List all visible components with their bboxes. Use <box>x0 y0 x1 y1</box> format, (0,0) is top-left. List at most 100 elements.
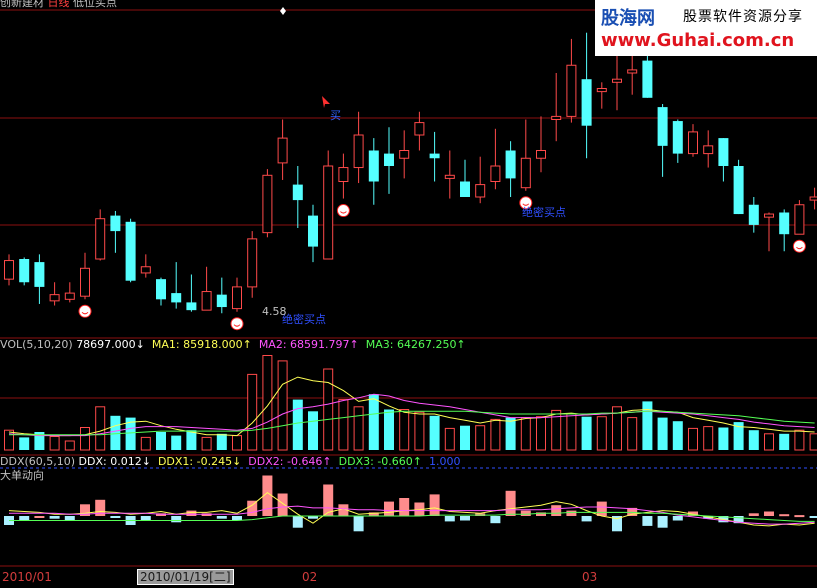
candle-body-up <box>140 266 151 274</box>
volume-bar-down <box>429 415 440 450</box>
candle-body-up <box>232 286 242 310</box>
candle-body-down <box>171 293 182 303</box>
candle-body-down <box>429 153 440 159</box>
candle-body-down <box>505 150 516 179</box>
ddx-bar <box>657 516 668 528</box>
candle-body-down <box>779 212 790 235</box>
volume-bar-up <box>764 433 774 451</box>
ddx-bar <box>809 516 817 518</box>
candle-body-up <box>475 184 486 198</box>
volume-bar-up <box>262 355 273 451</box>
volume-bar-up <box>338 399 349 451</box>
volume-bar-down <box>368 394 379 450</box>
ddx-bar <box>171 516 182 523</box>
ddx-bar <box>444 516 455 522</box>
candle-body-up <box>596 88 607 93</box>
candle-body-down <box>110 215 121 232</box>
volume-bar-up <box>490 418 501 451</box>
candle-body-down <box>186 302 197 311</box>
ddx-bar <box>399 498 410 516</box>
volume-bar-up <box>232 435 242 451</box>
volume-bar-up <box>399 409 410 451</box>
candle-body-down <box>19 259 30 283</box>
buy-signal-icon <box>792 239 806 253</box>
volume-bar-up <box>566 413 577 451</box>
arrow-buy-label: 买 <box>330 109 341 122</box>
volume-bar-down <box>657 417 668 450</box>
buy-signal-icon <box>336 204 350 218</box>
ddx3-value: DDX3: -0.660↑ <box>338 455 423 468</box>
volume-bar-up <box>414 411 425 451</box>
candle-body-up <box>201 291 212 311</box>
candle-body-down <box>657 107 668 146</box>
candle-body-up <box>64 292 75 300</box>
candle-body-down <box>125 221 136 281</box>
volume-bar-up <box>140 436 151 451</box>
watermark-url: www.Guhai.com.cn <box>601 30 795 51</box>
candle-body-up <box>703 145 714 155</box>
ddx-bar <box>672 516 683 521</box>
buy-signal-label-1: 绝密买点 <box>522 206 566 219</box>
volume-bar-down <box>110 415 121 450</box>
ddx-bar <box>34 516 45 518</box>
candle-body-up <box>490 165 501 182</box>
watermark-site: 股海网 <box>601 8 655 29</box>
stock-name: 创新建材 <box>0 0 44 9</box>
ddx-bar <box>277 493 288 516</box>
candle-body-down <box>581 79 592 126</box>
vol-header: VOL(5,10,20) 78697.000↓, MA1: 85918.000↑… <box>0 338 466 351</box>
candle-body-up <box>247 238 258 288</box>
chart-svg[interactable] <box>0 0 817 584</box>
volume-bar-up <box>247 373 258 451</box>
volume-bar-down <box>581 416 592 450</box>
x-tick-feb: 02 <box>302 570 318 584</box>
volume-bar-up <box>688 427 698 451</box>
period-label: 日线 <box>47 0 70 9</box>
ddx-bar <box>764 511 774 516</box>
cursor-date-flag: 2010/01/19[二] <box>137 569 234 585</box>
candle-body-up <box>536 150 546 159</box>
ddx-bar <box>64 516 75 521</box>
volume-bar-up <box>64 440 75 451</box>
volume-bar-up <box>809 433 817 451</box>
ddx-bar <box>140 516 151 521</box>
x-tick-jan: 2010/01 <box>2 570 52 584</box>
candle-body-up <box>262 174 273 234</box>
ddx-level: 1.000 <box>429 455 461 468</box>
candle-body-up <box>338 167 349 183</box>
volume-bar-up <box>536 416 546 451</box>
candle-body-up <box>4 260 14 280</box>
candle-body-up <box>551 115 562 121</box>
volume-bar-down <box>460 425 470 450</box>
ddx-bar <box>748 513 759 516</box>
candle-body-up <box>809 196 817 201</box>
ddx-bar <box>216 516 227 519</box>
ddx-bar <box>566 510 577 516</box>
ddx-bar <box>642 516 653 526</box>
watermark: 股海网 股票软件资源分享 www.Guhai.com.cn <box>595 0 817 56</box>
ddx-bar <box>460 516 470 521</box>
candle-body-up <box>566 64 577 117</box>
ddx-bar <box>779 514 790 517</box>
low-price-label: 4.58 <box>262 305 287 318</box>
candle-body-up <box>353 134 364 169</box>
ddx-value: DDX: 0.012↓ <box>78 455 151 468</box>
volume-bar-up <box>80 427 90 451</box>
ddx-bar <box>596 501 607 516</box>
vol-value: 78697.000↓ <box>76 338 145 351</box>
ddx-bar <box>384 501 394 516</box>
ddx-bar <box>581 516 592 522</box>
ddx2-value: DDX2: -0.646↑ <box>248 455 332 468</box>
volume-bar-up <box>353 406 364 451</box>
candle-body-up <box>95 218 106 260</box>
chart-stage[interactable]: 创新建材 日线 低位买点 股海网 股票软件资源分享 www.Guhai.com.… <box>0 0 817 585</box>
volume-bar-up <box>277 360 288 451</box>
candle-body-down <box>748 204 759 225</box>
candle-body-down <box>34 262 45 287</box>
candle-body-down <box>216 294 227 308</box>
candle-body-down <box>718 138 729 166</box>
ddx-bar <box>49 516 60 519</box>
volume-bar-up <box>703 426 714 451</box>
candle-body-up <box>414 122 425 136</box>
candle-body-down <box>384 153 394 166</box>
